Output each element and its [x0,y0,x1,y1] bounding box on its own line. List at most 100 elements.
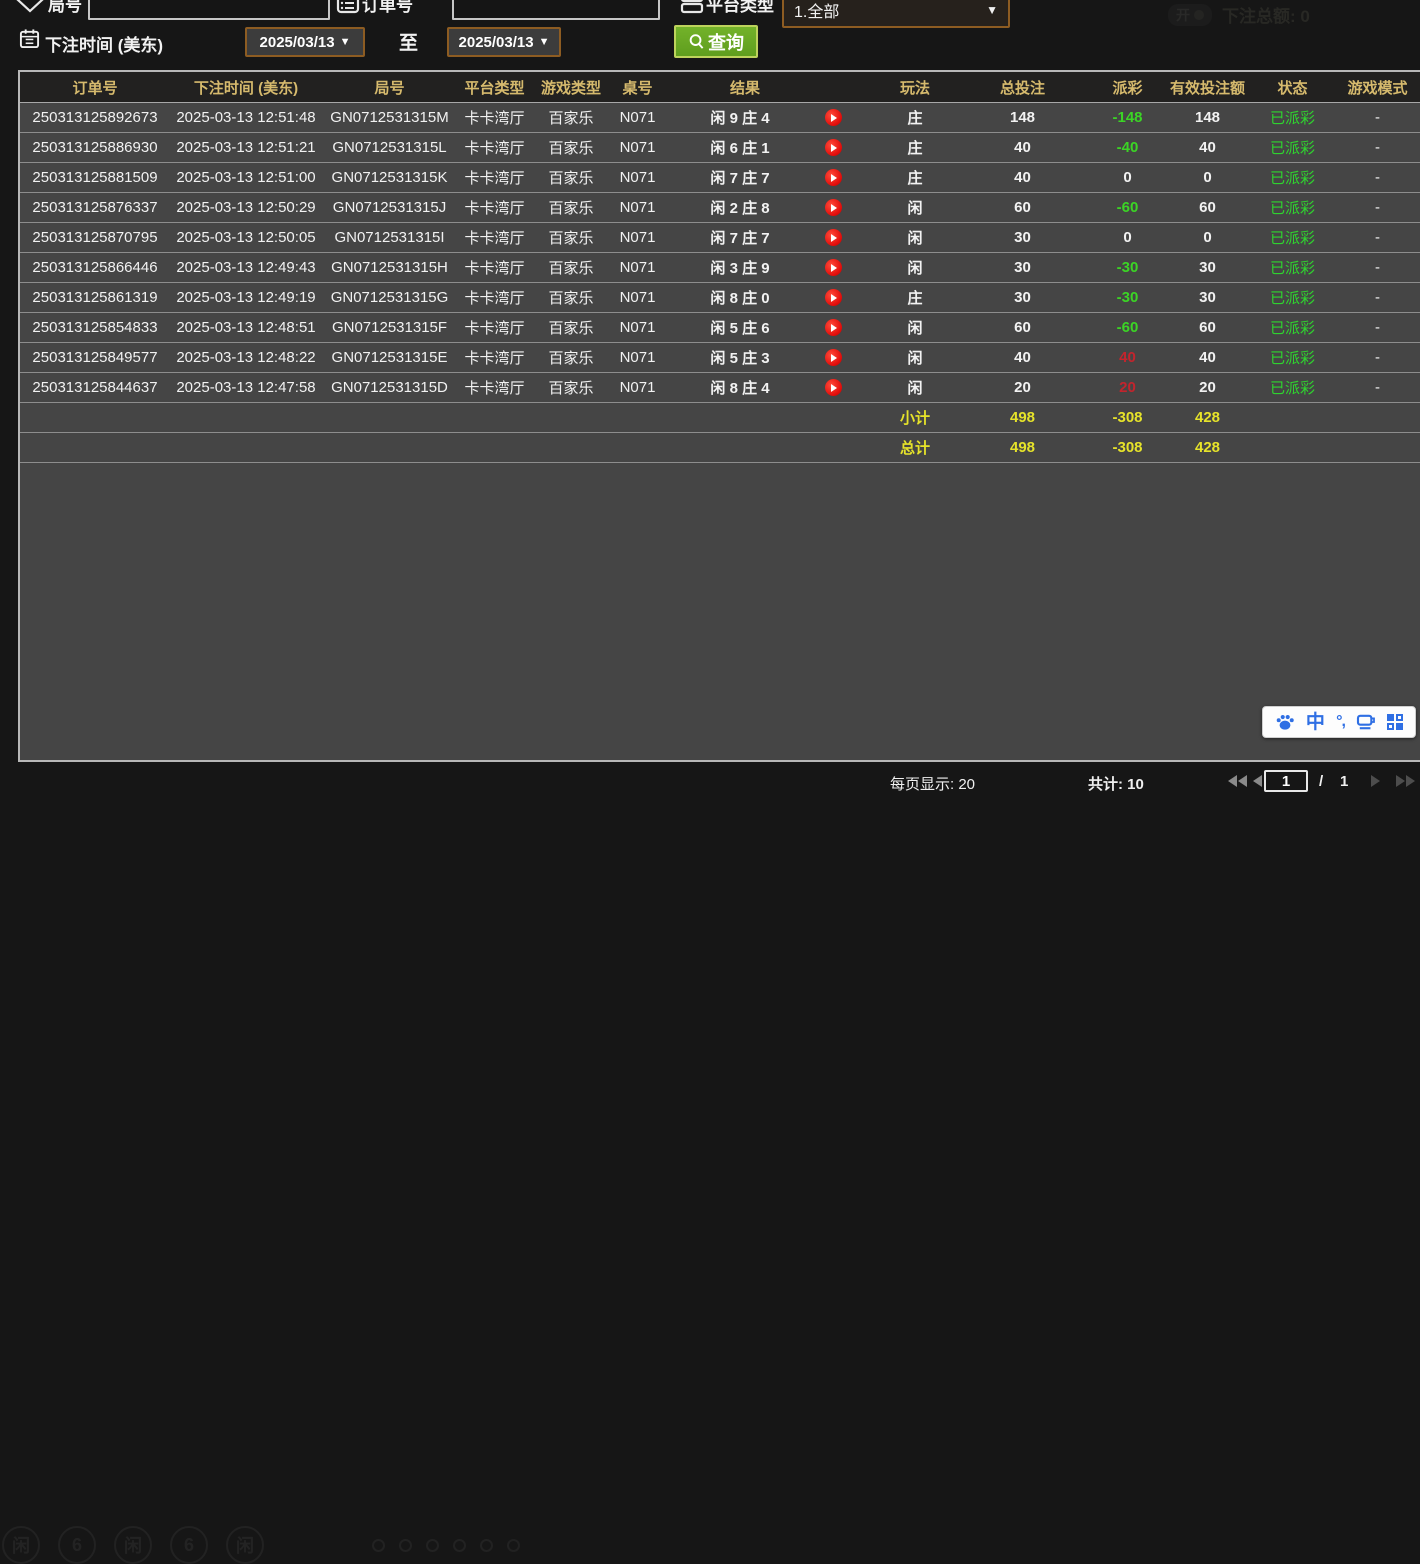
header-order-no: 订单号 [20,72,170,102]
cell-game-mode: - [1335,313,1420,342]
cell-round-no: GN0712531315F [322,313,457,342]
header-round-no: 局号 [322,72,457,102]
page-number-input[interactable] [1264,770,1308,792]
table-row[interactable]: 250313125886930 2025-03-13 12:51:21 GN07… [20,133,1420,163]
cell-result: 闲 2 庄 8 [665,193,875,222]
replay-play-icon[interactable] [825,139,842,156]
table-row[interactable]: 250313125870795 2025-03-13 12:50:05 GN07… [20,223,1420,253]
cell-status: 已派彩 [1250,223,1335,252]
prev-page-button[interactable] [1253,775,1262,787]
cell-table-no: N071 [610,283,665,312]
cell-round-no: GN0712531315I [322,223,457,252]
first-page-button[interactable] [1228,775,1247,787]
table-row[interactable]: 250313125854833 2025-03-13 12:48:51 GN07… [20,313,1420,343]
cell-result: 闲 7 庄 7 [665,163,875,192]
cell-bet-time: 2025-03-13 12:49:19 [170,283,322,312]
cell-platform: 卡卡湾厅 [457,133,532,162]
table-row[interactable]: 250313125861319 2025-03-13 12:49:19 GN07… [20,283,1420,313]
table-row[interactable]: 250313125881509 2025-03-13 12:51:00 GN07… [20,163,1420,193]
cell-status: 已派彩 [1250,193,1335,222]
ime-menu-grid-icon[interactable] [1387,714,1403,730]
replay-play-icon[interactable] [825,229,842,246]
cell-game-mode: - [1335,343,1420,372]
cell-payout: -30 [1090,253,1165,282]
cell-status: 已派彩 [1250,253,1335,282]
order-no-input[interactable] [452,0,660,20]
date-from-select[interactable]: 2025/03/13 ▼ [245,27,365,57]
date-to-select[interactable]: 2025/03/13 ▼ [447,27,561,57]
cell-round-no: GN0712531315J [322,193,457,222]
cell-play: 闲 [875,193,955,222]
calendar-icon [19,28,40,49]
total-pages: 1 [1340,773,1348,790]
cell-valid-bet: 60 [1165,193,1250,222]
cell-platform: 卡卡湾厅 [457,283,532,312]
cell-game-type: 百家乐 [532,253,610,282]
cell-status: 已派彩 [1250,133,1335,162]
cell-platform: 卡卡湾厅 [457,163,532,192]
replay-play-icon[interactable] [825,169,842,186]
cell-status: 已派彩 [1250,283,1335,312]
table-row[interactable]: 250313125892673 2025-03-13 12:51:48 GN07… [20,103,1420,133]
grand-total-payout: -308 [1090,433,1165,462]
cell-bet-time: 2025-03-13 12:48:51 [170,313,322,342]
replay-play-icon[interactable] [825,289,842,306]
ime-paw-icon[interactable] [1275,713,1295,731]
table-row[interactable]: 250313125844637 2025-03-13 12:47:58 GN07… [20,373,1420,403]
chevron-down-icon: ▼ [986,3,998,17]
cell-round-no: GN0712531315M [322,103,457,132]
cell-game-type: 百家乐 [532,223,610,252]
ime-chinese-mode-button[interactable]: 中 [1306,713,1325,732]
replay-play-icon[interactable] [825,199,842,216]
query-button[interactable]: 查询 [674,25,758,58]
ime-toolbar: 中 °, [1262,706,1416,738]
cell-order-no: 250313125844637 [20,373,170,402]
cell-platform: 卡卡湾厅 [457,193,532,222]
next-page-button[interactable] [1371,775,1380,787]
cell-status: 已派彩 [1250,313,1335,342]
bet-time-label: 下注时间 (美东) [45,31,163,56]
cell-platform: 卡卡湾厅 [457,373,532,402]
subtotal-label: 小计 [875,403,955,432]
dimmed-background-road: 闲 6 闲 6 闲 [2,1526,520,1564]
cell-valid-bet: 0 [1165,163,1250,192]
last-page-button[interactable] [1396,775,1415,787]
cell-order-no: 250313125870795 [20,223,170,252]
cell-order-no: 250313125881509 [20,163,170,192]
cell-play: 庄 [875,163,955,192]
cell-status: 已派彩 [1250,163,1335,192]
cell-game-mode: - [1335,103,1420,132]
header-payout: 派彩 [1090,72,1165,102]
cell-valid-bet: 60 [1165,313,1250,342]
replay-play-icon[interactable] [825,319,842,336]
cell-table-no: N071 [610,343,665,372]
cell-round-no: GN0712531315G [322,283,457,312]
cell-result: 闲 5 庄 3 [665,343,875,372]
cell-round-no: GN0712531315E [322,343,457,372]
cell-game-type: 百家乐 [532,313,610,342]
cell-result: 闲 8 庄 0 [665,283,875,312]
round-no-input[interactable] [88,0,330,20]
table-row[interactable]: 250313125849577 2025-03-13 12:48:22 GN07… [20,343,1420,373]
cell-table-no: N071 [610,103,665,132]
cell-play: 闲 [875,223,955,252]
play-triangle-icon [831,384,837,392]
order-no-label: 订单号 [362,0,413,16]
table-row[interactable]: 250313125876337 2025-03-13 12:50:29 GN07… [20,193,1420,223]
chevron-down-icon: ▼ [340,36,351,48]
cell-bet-time: 2025-03-13 12:49:43 [170,253,322,282]
header-valid-bet: 有效投注额 [1165,72,1250,102]
replay-play-icon[interactable] [825,349,842,366]
replay-play-icon[interactable] [825,259,842,276]
cell-play: 庄 [875,283,955,312]
cell-play: 闲 [875,373,955,402]
cell-payout: -148 [1090,103,1165,132]
platform-type-select[interactable]: 1.全部 ▼ [782,0,1010,28]
replay-play-icon[interactable] [825,109,842,126]
ime-punctuation-button[interactable]: °, [1336,714,1345,730]
cell-game-type: 百家乐 [532,163,610,192]
cell-platform: 卡卡湾厅 [457,103,532,132]
replay-play-icon[interactable] [825,379,842,396]
ime-board-icon[interactable] [1356,714,1376,730]
table-row[interactable]: 250313125866446 2025-03-13 12:49:43 GN07… [20,253,1420,283]
